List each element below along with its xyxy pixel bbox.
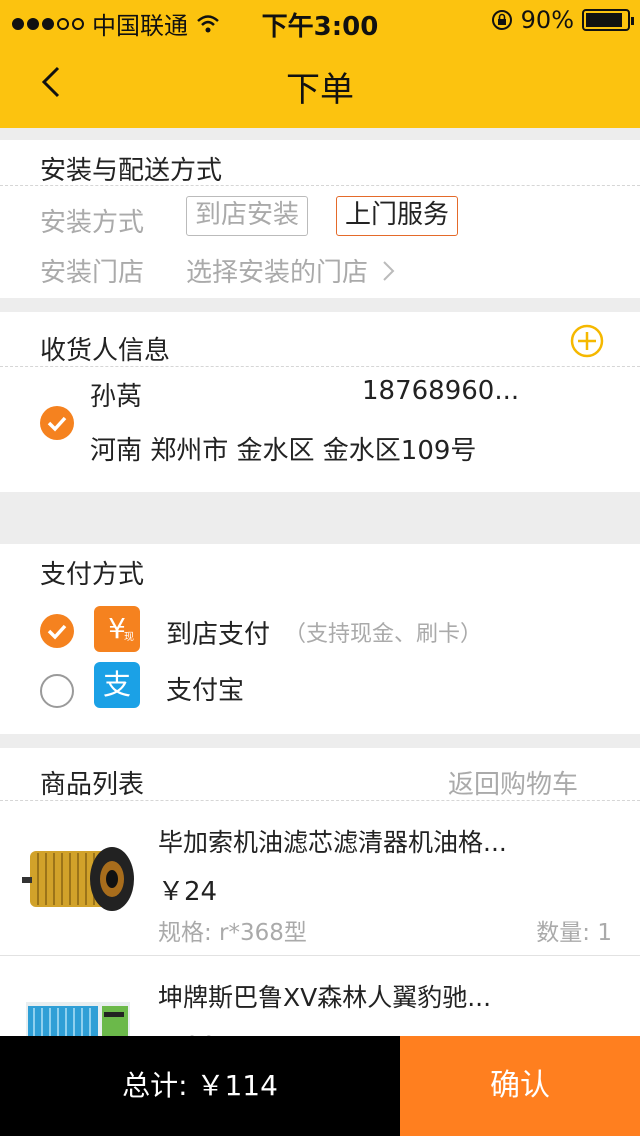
pay-in-store-label[interactable]: 到店支付 bbox=[166, 614, 270, 651]
install-store-label: 安装门店 bbox=[40, 258, 145, 288]
home-service-option[interactable]: 上门服务 bbox=[336, 196, 459, 236]
product-spec: 规格: r*368型 bbox=[158, 920, 307, 946]
product-name: 坤牌斯巴鲁XV森林人翼豹驰... bbox=[158, 983, 492, 1012]
bottom-bar: 总计: ￥114 确认 bbox=[0, 1036, 640, 1136]
pay-in-store-radio[interactable] bbox=[40, 614, 74, 648]
receiver-phone: 18768960... bbox=[362, 376, 520, 406]
alipay-icon: 支 bbox=[94, 662, 140, 708]
install-method-label: 安装方式 bbox=[40, 208, 145, 238]
install-section: 安装与配送方式 安装方式 到店安装 上门服务 安装门店 选择安装的门店 bbox=[0, 140, 640, 298]
product-price: ￥24 bbox=[158, 877, 218, 907]
checkmark-icon bbox=[47, 624, 67, 640]
product-item[interactable]: 毕加索机油滤芯滤清器机油格... ￥24 规格: r*368型 数量: 1 bbox=[0, 801, 640, 955]
rotation-lock-icon bbox=[491, 10, 512, 30]
payment-section: 支付方式 ¥ 现 到店支付 （支持现金、刷卡） 支 支付宝 bbox=[0, 544, 640, 734]
product-quantity: 数量: 1 bbox=[536, 920, 612, 946]
confirm-button[interactable]: 确认 bbox=[400, 1036, 640, 1136]
alipay-radio[interactable] bbox=[40, 674, 74, 708]
battery-icon bbox=[582, 9, 634, 31]
back-to-cart-link[interactable]: 返回购物车 bbox=[448, 764, 578, 801]
receiver-address: 河南 郑州市 金水区 金水区109号 bbox=[90, 436, 477, 466]
pay-in-store-note: （支持现金、刷卡） bbox=[284, 622, 483, 647]
add-address-icon[interactable] bbox=[570, 324, 604, 358]
checkmark-icon bbox=[47, 416, 67, 432]
product-section-title: 商品列表 bbox=[40, 770, 145, 800]
product-name: 毕加索机油滤芯滤清器机油格... bbox=[158, 828, 507, 857]
page-title: 下单 bbox=[286, 70, 354, 110]
order-total: 总计: ￥114 bbox=[0, 1036, 400, 1136]
product-item[interactable]: 坤牌斯巴鲁XV森林人翼豹驰... ￥90 bbox=[0, 956, 640, 1036]
select-store-text: 选择安装的门店 bbox=[186, 258, 369, 288]
oil-filter-image bbox=[22, 847, 134, 911]
chevron-right-icon bbox=[383, 260, 395, 281]
battery-group: 90% bbox=[491, 6, 634, 34]
payment-section-title: 支付方式 bbox=[40, 560, 145, 590]
product-section: 商品列表 返回购物车 毕加索机油滤芯滤清器机油格... ￥24 规格: r*36… bbox=[0, 748, 640, 1036]
in-store-install-option[interactable]: 到店安装 bbox=[186, 196, 309, 236]
select-store-button[interactable]: 选择安装的门店 bbox=[186, 252, 396, 289]
address-selected-check[interactable] bbox=[40, 406, 74, 440]
top-bar: 中国联通 下午3:00 90% 下单 bbox=[0, 0, 640, 128]
battery-percent: 90% bbox=[520, 6, 574, 34]
receiver-section: 收货人信息 孙莴 18768960... 河南 郑州市 金水区 金水区109号 bbox=[0, 312, 640, 492]
receiver-name: 孙莴 bbox=[90, 382, 143, 412]
product-price: ￥90 bbox=[158, 1026, 217, 1036]
status-bar: 中国联通 下午3:00 90% bbox=[0, 0, 640, 42]
install-section-title: 安装与配送方式 bbox=[40, 156, 223, 186]
air-filter-image bbox=[26, 1002, 130, 1036]
alipay-label[interactable]: 支付宝 bbox=[166, 670, 244, 707]
receiver-section-title: 收货人信息 bbox=[40, 336, 171, 366]
yuan-cash-icon: ¥ 现 bbox=[94, 606, 140, 652]
